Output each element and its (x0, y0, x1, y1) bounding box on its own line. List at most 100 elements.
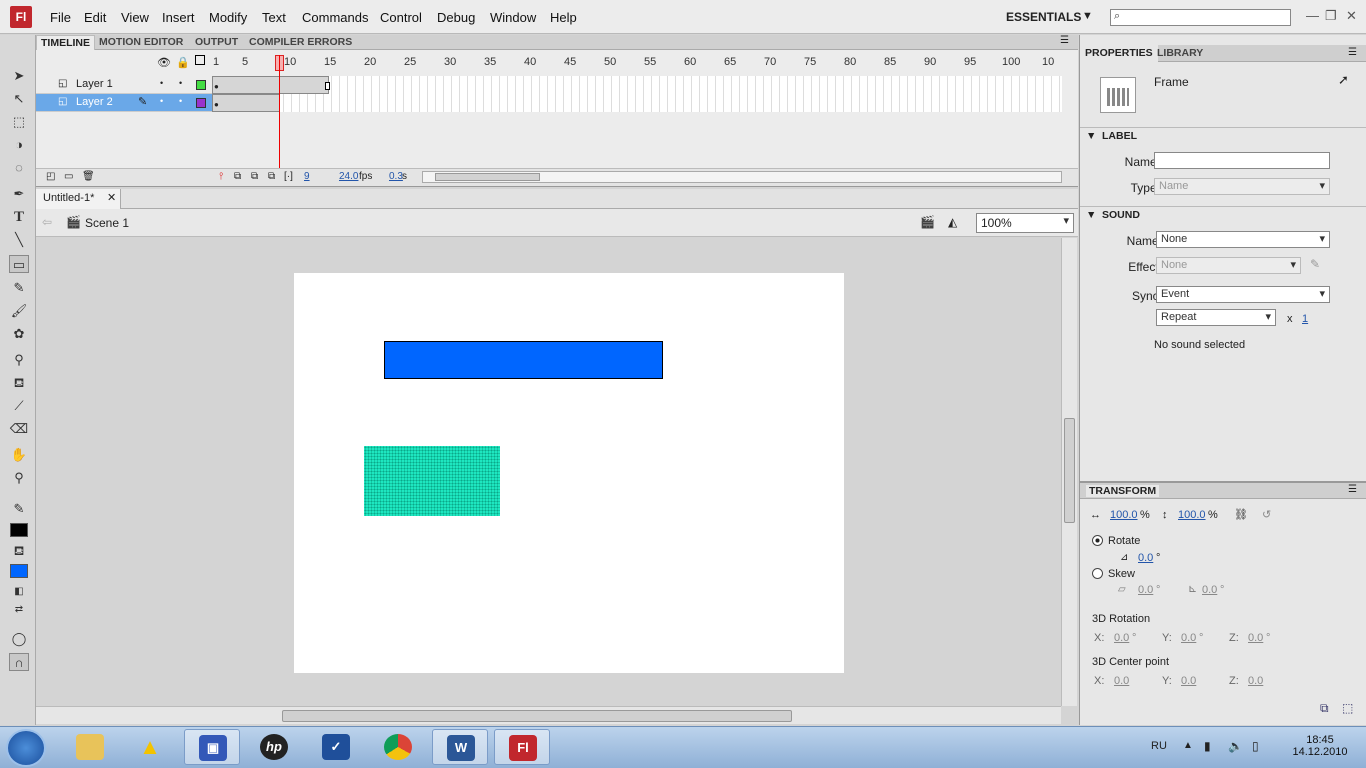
network-icon[interactable]: ▮ (1204, 739, 1211, 753)
menu-file[interactable]: File (50, 10, 71, 25)
document-tab[interactable]: Untitled-1* ✕ (36, 189, 121, 209)
line-tool-icon[interactable]: ╲ (9, 231, 29, 249)
text-tool-icon[interactable]: T (9, 208, 29, 226)
menu-view[interactable]: View (121, 10, 149, 25)
onion-skin-icon[interactable]: ⧉ (234, 171, 241, 182)
taskbar-clock[interactable]: 18:45 14.12.2010 (1290, 734, 1350, 758)
frame-label-name-input[interactable] (1154, 152, 1330, 169)
tab-compiler-errors[interactable]: COMPILER ERRORS (245, 35, 356, 50)
sync-select[interactable]: Event (1156, 286, 1330, 303)
taskbar-check-app[interactable]: ✓ (308, 729, 364, 765)
restore-icon[interactable]: ❐ (1325, 8, 1337, 24)
stroke-color-swatch[interactable] (10, 523, 28, 537)
taskbar-explorer[interactable] (62, 729, 118, 765)
lock-dot[interactable]: • (179, 78, 182, 88)
center-frame-icon[interactable]: ⫯ (219, 171, 223, 182)
panel-menu-icon[interactable]: ☰ (1348, 47, 1357, 58)
repeat-count[interactable]: 1 (1302, 313, 1308, 325)
rectangle-tool-icon[interactable]: ▭ (9, 255, 29, 273)
skew-radio[interactable] (1092, 568, 1103, 579)
subselection-tool-icon[interactable]: ↖ (9, 90, 29, 108)
menu-commands[interactable]: Commands (302, 10, 368, 25)
3d-rotation-icon[interactable]: ◑ (9, 136, 29, 154)
menu-window[interactable]: Window (490, 10, 536, 25)
panel-menu-icon[interactable]: ☰ (1348, 484, 1357, 495)
taskbar-save-app[interactable]: ▣ (184, 729, 240, 765)
frame-grid[interactable]: ● ● (212, 76, 1062, 112)
brush-tool-icon[interactable]: 🖌 (9, 302, 29, 320)
blue-rectangle[interactable] (384, 341, 663, 379)
stage-hscroll-thumb[interactable] (282, 710, 792, 722)
taskbar-app-triangle[interactable]: ▲ (122, 729, 178, 765)
power-icon[interactable]: ▯ (1252, 739, 1259, 753)
scale-height-value[interactable]: 100.0 (1178, 509, 1206, 521)
rotate-value[interactable]: 0.0 (1138, 552, 1153, 564)
paint-bucket-icon[interactable]: ⛾ (9, 374, 29, 392)
new-layer-icon[interactable]: ◰ (46, 171, 55, 182)
bone-tool-icon[interactable]: ⚲ (9, 351, 29, 369)
swap-colors-icon[interactable]: ⇄ (9, 601, 29, 619)
sound-name-select[interactable]: None (1156, 231, 1330, 248)
tray-expand-icon[interactable]: ▲ (1183, 740, 1193, 751)
close-tab-icon[interactable]: ✕ (107, 191, 116, 204)
menu-modify[interactable]: Modify (209, 10, 247, 25)
layer-outline-color[interactable] (196, 98, 206, 108)
taskbar-flash[interactable]: Fl (494, 729, 550, 765)
teal-rectangle-selected[interactable] (364, 446, 500, 516)
layer-name[interactable]: Layer 1 (76, 78, 113, 90)
rotate-radio[interactable] (1092, 535, 1103, 546)
repeat-select[interactable]: Repeat (1156, 309, 1276, 326)
edit-symbols-icon[interactable]: ◭ (948, 215, 957, 229)
onion-markers-icon[interactable]: [·] (284, 171, 293, 182)
eye-icon[interactable]: 👁 (157, 56, 171, 69)
menu-debug[interactable]: Debug (437, 10, 475, 25)
tab-timeline[interactable]: TIMELINE (36, 35, 95, 50)
tab-library[interactable]: LIBRARY (1152, 45, 1208, 62)
layer-row-2[interactable]: ◱ Layer 2 ✎ • • (36, 94, 212, 112)
constrain-icon[interactable]: ⛓ (1234, 508, 1248, 521)
reset-icon[interactable]: ↺ (1262, 508, 1271, 521)
lasso-icon[interactable]: ◌ (9, 159, 29, 177)
eyedropper-icon[interactable]: ⟋ (9, 397, 29, 415)
panel-menu-icon[interactable]: ☰ (1060, 35, 1069, 46)
taskbar-hp[interactable]: hp (246, 729, 302, 765)
taskbar-chrome[interactable] (370, 729, 426, 765)
keyframe-dot[interactable]: ● (214, 100, 219, 109)
stage-vscroll[interactable] (1061, 238, 1077, 706)
frame-rate[interactable]: 24.0 (339, 171, 358, 182)
back-arrow-icon[interactable]: ⇦ (42, 215, 52, 229)
lock-dot[interactable]: • (179, 96, 182, 106)
label-section-toggle[interactable]: ▼ (1086, 130, 1096, 142)
current-frame[interactable]: 9 (304, 171, 310, 182)
layer2-frame-span[interactable] (212, 94, 280, 112)
layer-row-1[interactable]: ◱ Layer 1 • • (36, 76, 212, 94)
volume-icon[interactable]: 🔈 (1228, 739, 1243, 753)
menu-help[interactable]: Help (550, 10, 577, 25)
layer-outline-color[interactable] (196, 80, 206, 90)
help-icon[interactable]: ➚ (1338, 72, 1349, 88)
stage-hscroll[interactable] (36, 706, 1061, 724)
selection-tool-icon[interactable]: ➤ (9, 67, 29, 85)
chevron-down-icon[interactable]: ▼ (1082, 10, 1093, 22)
menu-text[interactable]: Text (262, 10, 286, 25)
workspace-switcher[interactable]: ESSENTIALS (1006, 10, 1081, 24)
timeline-hscroll-thumb[interactable] (435, 173, 540, 181)
elapsed-time[interactable]: 0.3 (389, 171, 403, 182)
menu-edit[interactable]: Edit (84, 10, 106, 25)
tab-properties[interactable]: PROPERTIES (1080, 45, 1158, 62)
scale-width-value[interactable]: 100.0 (1110, 509, 1138, 521)
close-icon[interactable]: ✕ (1346, 8, 1357, 24)
lock-icon[interactable]: 🔒 (176, 56, 190, 69)
new-folder-icon[interactable]: ▭ (64, 171, 73, 182)
snap-magnet-icon[interactable]: ∩ (9, 653, 29, 671)
pen-tool-icon[interactable]: ✒ (9, 185, 29, 203)
taskbar-word[interactable]: W (432, 729, 488, 765)
language-indicator[interactable]: RU (1151, 740, 1167, 752)
minimize-icon[interactable]: — (1306, 8, 1319, 23)
object-drawing-icon[interactable]: ◯ (9, 630, 29, 648)
onion-outline-icon[interactable]: ⧉ (251, 171, 258, 182)
pencil-tool-icon[interactable]: ✎ (9, 279, 29, 297)
layer1-frame-span[interactable] (212, 76, 329, 94)
start-button[interactable] (6, 729, 46, 767)
eraser-icon[interactable]: ⌫ (9, 420, 29, 438)
